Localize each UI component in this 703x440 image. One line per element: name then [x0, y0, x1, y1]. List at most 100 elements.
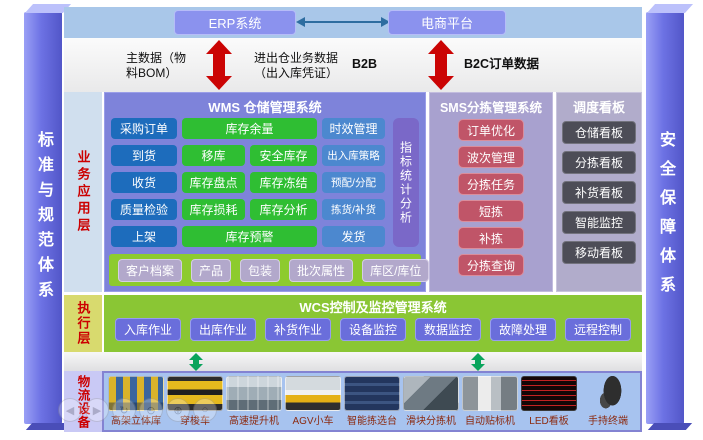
- master-data-line1: 主数据（物: [126, 51, 186, 66]
- wms-base-item: 批次属性: [289, 259, 353, 282]
- wms-cell: 采购订单: [111, 118, 177, 139]
- wcs-equipment-gap: [64, 352, 642, 371]
- sms-item: 短拣: [458, 200, 524, 222]
- reset-icon[interactable]: ○: [193, 398, 217, 422]
- viewer-controls: ◀ ▶ ↻ ⊖ ⊕ ○: [58, 398, 217, 422]
- wms-cell: 上架: [111, 226, 177, 247]
- wms-cell: 库存余量: [182, 118, 317, 139]
- equipment-item: AGV小车: [285, 376, 341, 427]
- agv-photo: [285, 376, 341, 411]
- wms-title: WMS 仓储管理系统: [105, 93, 425, 115]
- equipment-item: 滑块分拣机: [403, 376, 459, 427]
- equipment-item: 手持终端: [580, 376, 636, 427]
- lifter-photo: [226, 376, 282, 411]
- equipment-item: 高速提升机: [226, 376, 282, 427]
- data-flow-strip: 主数据（物 料BOM） 进出仓业务数据 （出入库凭证） B2B B2C订单数据: [64, 38, 642, 92]
- erp-ecommerce-arrow: [304, 21, 382, 23]
- wcs-equipment-arrow-icon: [189, 353, 203, 371]
- wms-cell: 预配/分配: [322, 172, 385, 193]
- wms-cell: 出入库策略: [322, 145, 385, 166]
- wms-cell: 库存损耗: [182, 199, 245, 220]
- warehouse-data-line1: 进出仓业务数据: [254, 51, 338, 66]
- ecommerce-platform-box: 电商平台: [388, 10, 506, 35]
- equipment-caption: 自动贴标机: [465, 412, 515, 427]
- wms-cell: 安全库存: [250, 145, 317, 166]
- equipment-item: LED看板: [521, 376, 577, 427]
- wms-cell: 收货: [111, 172, 177, 193]
- equipment-caption: 滑块分拣机: [406, 412, 456, 427]
- wcs-item: 补货作业: [265, 318, 331, 341]
- wms-cell: 拣货/补货: [322, 199, 385, 220]
- dashboard-item: 仓储看板: [562, 121, 636, 144]
- wcs-panel: WCS控制及监控管理系统 入库作业 出库作业 补货作业 设备监控 数据监控 故障…: [104, 295, 642, 352]
- b2c-label: B2C订单数据: [464, 57, 539, 72]
- wcs-item: 入库作业: [115, 318, 181, 341]
- sms-panel: SMS分拣管理系统 订单优化 波次管理 分拣任务 短拣 补拣 分拣查询: [429, 92, 553, 292]
- equipment-item: 自动贴标机: [462, 376, 518, 427]
- external-systems-banner: ERP系统 电商平台: [64, 7, 642, 38]
- wms-base-item: 产品: [191, 259, 231, 282]
- sms-item: 分拣查询: [458, 254, 524, 276]
- dashboard-title: 调度看板: [557, 93, 641, 115]
- sms-item: 分拣任务: [458, 173, 524, 195]
- security-pillar: 安全保障体系: [646, 12, 684, 424]
- sms-item: 补拣: [458, 227, 524, 249]
- erp-wms-arrow-icon: [206, 40, 232, 90]
- equipment-item: 智能拣选台: [344, 376, 400, 427]
- prev-icon[interactable]: ◀: [58, 398, 82, 422]
- wcs-item: 故障处理: [490, 318, 556, 341]
- master-data-label: 主数据（物 料BOM）: [126, 51, 186, 81]
- wcs-item: 出库作业: [190, 318, 256, 341]
- equipment-caption: 手持终端: [588, 412, 628, 427]
- warehouse-data-line2: （出入库凭证）: [254, 66, 338, 81]
- wcs-item: 远程控制: [565, 318, 631, 341]
- wms-cell: 时效管理: [322, 118, 385, 139]
- wms-cell: 库存分析: [250, 199, 317, 220]
- master-data-line2: 料BOM）: [126, 66, 186, 81]
- picking-station-photo: [344, 376, 400, 411]
- architecture-diagram: 标准与规范体系 安全保障体系 ERP系统 电商平台 主数据（物 料BOM） 进出…: [0, 0, 703, 440]
- wms-base-item: 包装: [240, 259, 280, 282]
- business-layer-label: 业务应用层: [64, 92, 102, 292]
- wms-cell: 质量检验: [111, 199, 177, 220]
- slider-sorter-photo: [403, 376, 459, 411]
- wms-cell: 移库: [182, 145, 245, 166]
- wms-cell: 库存冻结: [250, 172, 317, 193]
- standards-pillar: 标准与规范体系: [24, 12, 62, 424]
- handheld-terminal-photo: [580, 376, 636, 411]
- sms-item: 波次管理: [458, 146, 524, 168]
- wms-stat-box: 指标统计分析: [393, 118, 419, 247]
- warehouse-data-label: 进出仓业务数据 （出入库凭证）: [254, 51, 338, 81]
- next-icon[interactable]: ▶: [85, 398, 109, 422]
- wcs-title: WCS控制及监控管理系统: [104, 295, 642, 314]
- dashboard-item: 智能监控: [562, 211, 636, 234]
- dashboard-item: 移动看板: [562, 241, 636, 264]
- wms-master-data-strip: 客户档案 产品 包装 批次属性 库区/库位: [109, 254, 421, 286]
- equipment-caption: 智能拣选台: [347, 412, 397, 427]
- led-board-photo: [521, 376, 577, 411]
- equipment-caption: 高速提升机: [229, 412, 279, 427]
- wms-base-item: 库区/库位: [362, 259, 429, 282]
- wcs-item: 数据监控: [415, 318, 481, 341]
- standards-pillar-label: 标准与规范体系: [31, 131, 55, 306]
- erp-system-box: ERP系统: [174, 10, 296, 35]
- ecommerce-sms-arrow-icon: [428, 40, 454, 90]
- wms-cell: 库存盘点: [182, 172, 245, 193]
- dashboard-item: 补货看板: [562, 181, 636, 204]
- wms-panel: WMS 仓储管理系统 采购订单 库存余量 时效管理 到货 移库 安全库存 出入库…: [104, 92, 426, 292]
- sms-title: SMS分拣管理系统: [430, 93, 552, 115]
- wms-base-item: 客户档案: [118, 259, 182, 282]
- zoom-out-icon[interactable]: ⊖: [139, 398, 163, 422]
- rotate-icon[interactable]: ↻: [112, 398, 136, 422]
- b2b-label: B2B: [352, 57, 377, 72]
- wms-grid: 采购订单 库存余量 时效管理 到货 移库 安全库存 出入库策略 收货 库存盘点 …: [111, 118, 419, 247]
- zoom-in-icon[interactable]: ⊕: [166, 398, 190, 422]
- equipment-caption: LED看板: [529, 412, 568, 427]
- equipment-caption: AGV小车: [292, 412, 333, 427]
- execution-layer-label: 执行层: [64, 295, 102, 352]
- dashboard-panel: 调度看板 仓储看板 分拣看板 补货看板 智能监控 移动看板: [556, 92, 642, 292]
- wms-cell: 到货: [111, 145, 177, 166]
- wms-cell: 库存预警: [182, 226, 317, 247]
- wcs-equipment-arrow-icon: [471, 353, 485, 371]
- dashboard-item: 分拣看板: [562, 151, 636, 174]
